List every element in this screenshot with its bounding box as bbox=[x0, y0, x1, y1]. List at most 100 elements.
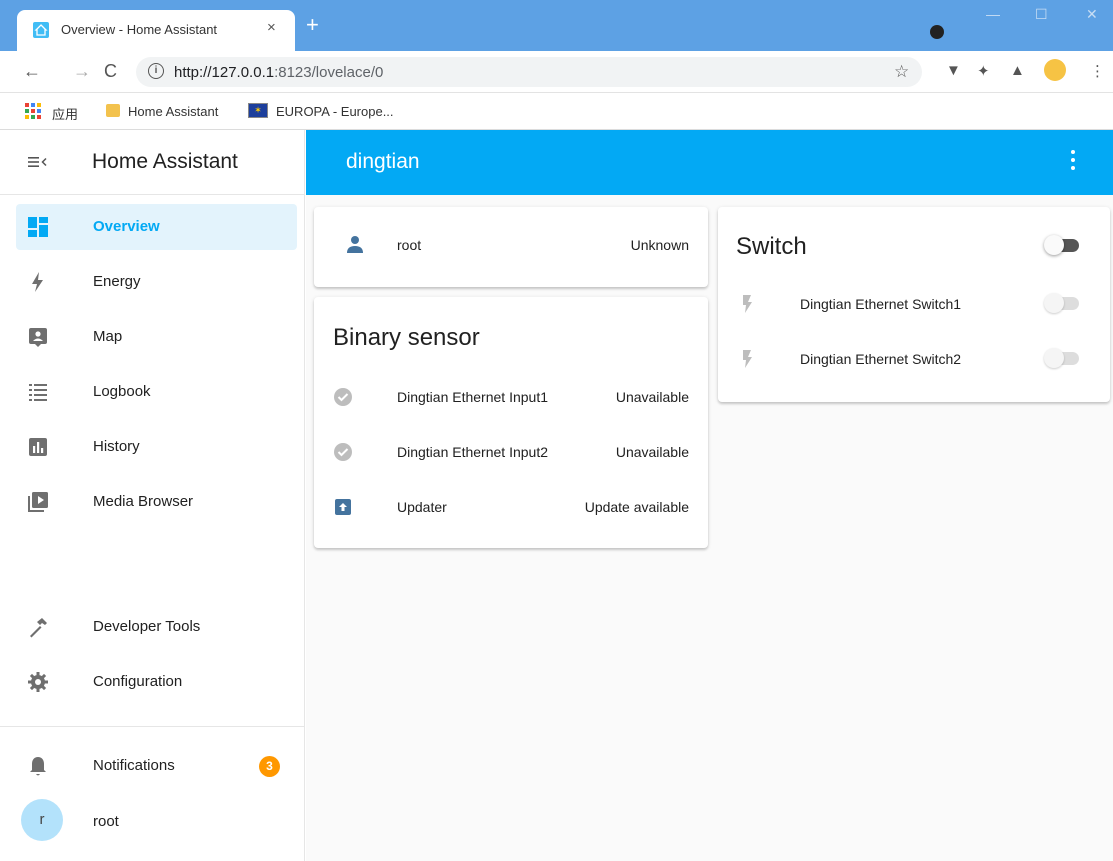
bookmark-apps[interactable]: 应用 bbox=[52, 104, 78, 123]
forward-icon[interactable]: → bbox=[73, 62, 91, 80]
sidebar-item-logbook[interactable]: Logbook bbox=[16, 369, 297, 415]
entity-toggle[interactable] bbox=[1044, 293, 1080, 313]
back-icon[interactable]: ← bbox=[23, 62, 41, 80]
card-title: Binary sensor bbox=[333, 324, 480, 351]
entity-name: Dingtian Ethernet Input1 bbox=[397, 389, 548, 405]
sidebar-item-label: Notifications bbox=[93, 757, 175, 774]
sidebar-item-map[interactable]: Map bbox=[16, 314, 297, 360]
sidebar-item-user[interactable]: r root bbox=[16, 799, 297, 845]
entity-row[interactable]: Dingtian Ethernet Switch2 bbox=[718, 339, 1110, 379]
extensions-puzzle-icon[interactable]: ✦ bbox=[977, 62, 990, 80]
map-account-icon bbox=[29, 328, 47, 347]
package-up-icon bbox=[335, 499, 351, 515]
sidebar-header: Home Assistant bbox=[0, 130, 305, 195]
media-play-icon bbox=[28, 492, 48, 512]
bookmark-europa[interactable]: EUROPA - Europe... bbox=[276, 104, 394, 119]
binary-sensor-card: Binary sensor Dingtian Ethernet Input1 U… bbox=[314, 297, 708, 548]
tab-close-icon[interactable]: × bbox=[267, 19, 276, 36]
switch-card: Switch Dingtian Ethernet Switch1 Dingtia… bbox=[718, 207, 1110, 402]
url-path: :8123/lovelace/0 bbox=[274, 64, 384, 81]
page-title: dingtian bbox=[346, 150, 420, 173]
sidebar-item-label: Overview bbox=[93, 218, 160, 235]
entity-state: Unavailable bbox=[615, 389, 689, 405]
flash-off-icon bbox=[743, 350, 752, 368]
extension-v-icon[interactable]: ▼ bbox=[946, 62, 961, 79]
cog-icon bbox=[28, 672, 48, 692]
sidebar-item-label: Developer Tools bbox=[93, 618, 201, 635]
browser-menu-icon[interactable]: ⋮ bbox=[1090, 62, 1105, 80]
entity-toggle[interactable] bbox=[1044, 348, 1080, 368]
header-toggle[interactable] bbox=[1044, 235, 1080, 255]
account-icon bbox=[347, 236, 363, 253]
folder-icon bbox=[106, 104, 120, 117]
sidebar-item-notifications[interactable]: Notifications 3 bbox=[16, 743, 297, 789]
app-header: dingtian bbox=[306, 130, 1113, 195]
sidebar-item-energy[interactable]: Energy bbox=[16, 259, 297, 305]
sidebar-item-label: Logbook bbox=[93, 383, 151, 400]
extension-flask-icon[interactable]: ▲ bbox=[1010, 62, 1025, 79]
entity-row[interactable]: Dingtian Ethernet Input1 Unavailable bbox=[314, 377, 708, 417]
sidebar-item-developer-tools[interactable]: Developer Tools bbox=[16, 604, 297, 650]
check-circle-icon bbox=[334, 388, 352, 406]
entity-name: Dingtian Ethernet Switch1 bbox=[800, 296, 962, 312]
url-text[interactable]: http://127.0.0.1:8123/lovelace/0 bbox=[174, 64, 383, 81]
dashboard-icon bbox=[28, 217, 48, 237]
entity-row[interactable]: Dingtian Ethernet Input2 Unavailable bbox=[314, 432, 708, 472]
apps-grid-icon bbox=[25, 103, 41, 119]
sidebar-item-label: Map bbox=[93, 328, 123, 345]
minimize-icon[interactable]: — bbox=[986, 6, 1000, 22]
maximize-icon[interactable]: ☐ bbox=[1035, 6, 1048, 23]
menu-collapse-icon[interactable] bbox=[27, 152, 47, 172]
url-host: http://127.0.0.1 bbox=[174, 64, 275, 81]
bell-icon bbox=[30, 757, 46, 776]
sidebar-item-label: Configuration bbox=[93, 673, 183, 690]
new-tab-button[interactable]: + bbox=[306, 14, 319, 36]
home-assistant-favicon-icon bbox=[33, 22, 49, 38]
tab-title: Overview - Home Assistant bbox=[61, 22, 218, 37]
entity-row[interactable]: Dingtian Ethernet Switch1 bbox=[718, 284, 1110, 324]
entity-name: Updater bbox=[397, 499, 447, 515]
profile-icon[interactable] bbox=[930, 25, 944, 39]
notifications-count-badge: 3 bbox=[259, 756, 280, 777]
main-content: dingtian root Unknown Binary sensor Ding… bbox=[306, 130, 1113, 861]
check-circle-icon bbox=[334, 443, 352, 461]
eu-flag-icon: ✶ bbox=[248, 103, 268, 118]
bookmark-home-assistant[interactable]: Home Assistant bbox=[128, 104, 218, 119]
hammer-icon bbox=[30, 618, 47, 638]
entity-name: Dingtian Ethernet Input2 bbox=[397, 444, 548, 460]
entity-name: root bbox=[397, 237, 422, 253]
sidebar-title: Home Assistant bbox=[92, 150, 238, 173]
logbook-list-icon bbox=[29, 384, 47, 401]
avatar: r bbox=[21, 799, 63, 841]
lightning-icon bbox=[32, 272, 43, 292]
sidebar-item-overview[interactable]: Overview bbox=[16, 204, 297, 250]
sidebar-divider bbox=[0, 726, 305, 727]
entity-state: Unknown bbox=[630, 237, 689, 253]
entity-state: Unavailable bbox=[615, 444, 689, 460]
sidebar-item-media-browser[interactable]: Media Browser bbox=[16, 479, 297, 525]
card-title: Switch bbox=[736, 233, 807, 260]
entity-name: Dingtian Ethernet Switch2 bbox=[800, 351, 962, 367]
sidebar-item-label: Energy bbox=[93, 273, 141, 290]
sidebar-item-configuration[interactable]: Configuration bbox=[16, 659, 297, 705]
browser-titlebar: Overview - Home Assistant × + — ☐ ✕ bbox=[0, 0, 1113, 51]
browser-tab[interactable]: Overview - Home Assistant × bbox=[17, 10, 295, 51]
sidebar-item-label: Media Browser bbox=[93, 493, 194, 510]
flash-off-icon bbox=[743, 295, 752, 313]
sidebar-item-label: root bbox=[93, 813, 119, 830]
entity-row[interactable]: root Unknown bbox=[314, 225, 708, 265]
bookmark-star-icon[interactable]: ☆ bbox=[894, 62, 909, 82]
sidebar-item-label: History bbox=[93, 438, 140, 455]
sidebar-item-history[interactable]: History bbox=[16, 424, 297, 470]
site-info-icon[interactable]: i bbox=[148, 63, 164, 79]
address-bar[interactable]: i http://127.0.0.1:8123/lovelace/0 ☆ bbox=[136, 57, 922, 87]
sidebar: Home Assistant Overview Energy Map Logbo… bbox=[0, 130, 305, 861]
person-card: root Unknown bbox=[314, 207, 708, 287]
close-window-icon[interactable]: ✕ bbox=[1086, 6, 1098, 23]
reload-icon[interactable]: C bbox=[104, 62, 117, 80]
entity-state: Update available bbox=[584, 499, 689, 515]
bookmarks-bar: 应用 Home Assistant EUROPA - Europe... bbox=[0, 93, 1113, 130]
entity-row[interactable]: Updater Update available bbox=[314, 487, 708, 527]
overflow-menu-icon[interactable] bbox=[1067, 150, 1079, 174]
extension-avatar-icon[interactable] bbox=[1044, 59, 1066, 81]
